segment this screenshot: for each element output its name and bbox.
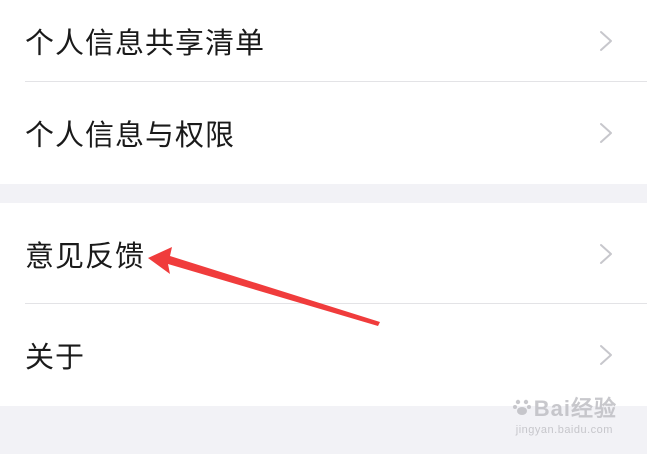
settings-row-personal-info-permissions[interactable]: 个人信息与权限 — [0, 82, 647, 184]
watermark-logo: Bai经验 — [512, 391, 617, 423]
settings-group-support: 意见反馈 关于 — [0, 203, 647, 406]
chevron-right-icon — [595, 122, 617, 144]
settings-row-personal-info-sharing-list[interactable]: 个人信息共享清单 — [0, 0, 647, 82]
paw-icon — [512, 397, 532, 417]
watermark-main-text: Bai经验 — [533, 396, 617, 421]
chevron-right-icon — [595, 30, 617, 52]
settings-group-privacy: 个人信息共享清单 个人信息与权限 — [0, 0, 647, 184]
row-label: 关于 — [25, 340, 86, 374]
chevron-right-icon — [595, 243, 617, 265]
row-label: 个人信息与权限 — [25, 118, 236, 152]
row-label: 意见反馈 — [25, 238, 146, 273]
chevron-right-icon — [595, 344, 617, 366]
baidu-jingyan-watermark: Bai经验 jingyan.baidu.com — [512, 391, 617, 436]
settings-row-feedback[interactable]: 意见反馈 — [0, 203, 647, 304]
settings-screen: 个人信息共享清单 个人信息与权限 意见反馈 关于 Bai经验 jingyan.b… — [0, 0, 647, 454]
row-label: 个人信息共享清单 — [25, 26, 266, 60]
watermark-sub-text: jingyan.baidu.com — [515, 424, 613, 436]
